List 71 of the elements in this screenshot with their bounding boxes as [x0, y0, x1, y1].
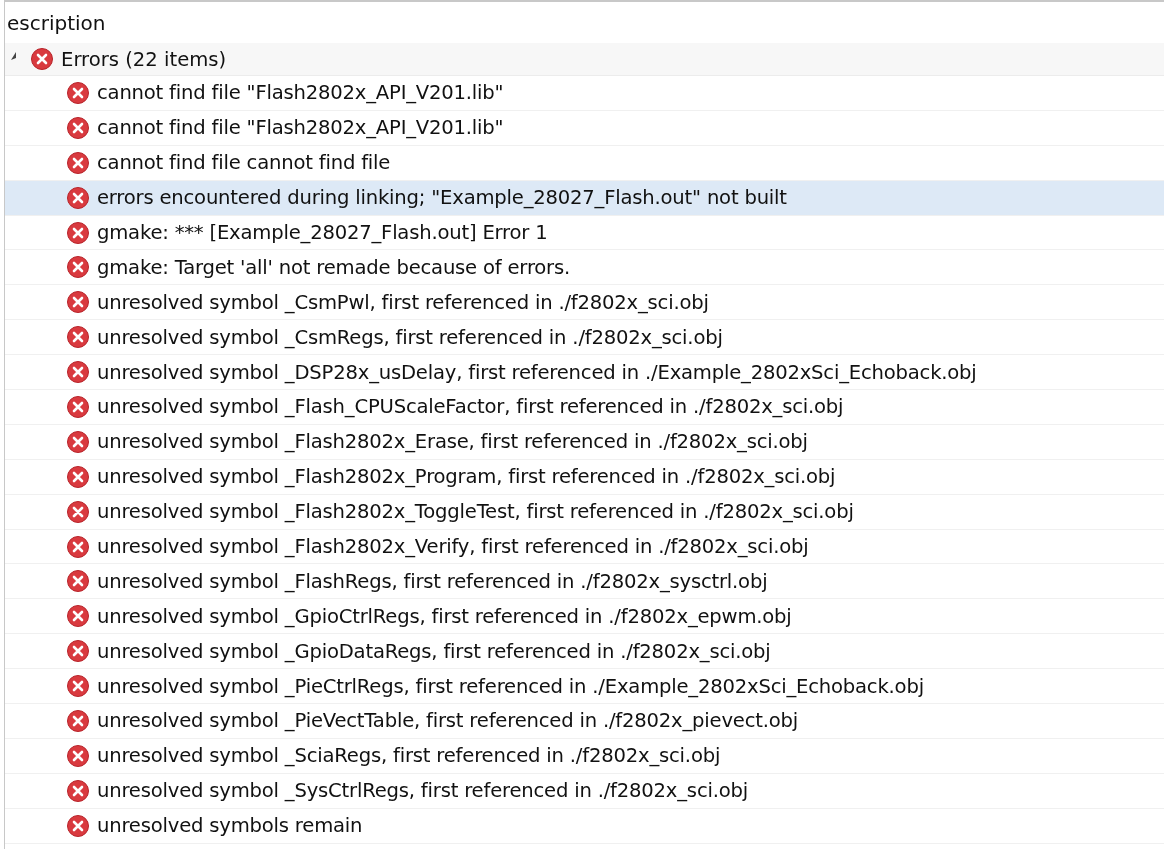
expanded-twistie-icon[interactable]: [11, 52, 17, 60]
error-icon: [67, 570, 89, 593]
tree-row[interactable]: cannot find file "Flash2802x_API_V201.lib": [5, 76, 1164, 110]
tree-row[interactable]: unresolved symbol _FlashRegs, first referenced in ./f2802x_sysctrl.obj: [5, 564, 1164, 599]
tree-row[interactable]: unresolved symbol _Flash2802x_Verify, first referenced in ./f2802x_sci.obj: [5, 529, 1164, 564]
error-message: unresolved symbol _GpioDataRegs, first referenced in ./f2802x_sci.obj: [97, 639, 771, 663]
error-icon: [67, 116, 89, 139]
error-message: unresolved symbol _CsmRegs, first referenced in ./f2802x_sci.obj: [97, 325, 723, 349]
tree-row[interactable]: unresolved symbols remain: [5, 808, 1164, 843]
tree-row[interactable]: unresolved symbol _CsmPwl, first referenced in ./f2802x_sci.obj: [5, 285, 1164, 320]
group-label: Errors (22 items): [61, 47, 227, 71]
tree-row[interactable]: unresolved symbol _GpioDataRegs, first referenced in ./f2802x_sci.obj: [5, 634, 1164, 669]
tree-row[interactable]: unresolved symbol _Flash2802x_Program, first referenced in ./f2802x_sci.obj: [5, 459, 1164, 494]
error-icon: [67, 151, 89, 174]
error-message: unresolved symbol _SciaRegs, first referenced in ./f2802x_sci.obj: [97, 744, 721, 768]
error-message: errors encountered during linking; "Example_28027_Flash.out" not built: [97, 186, 787, 210]
error-message: unresolved symbol _GpioCtrlRegs, first referenced in ./f2802x_epwm.obj: [97, 604, 792, 628]
error-icon: [67, 221, 89, 244]
error-icon: [67, 81, 89, 104]
error-message: unresolved symbol _Flash2802x_Program, first referenced in ./f2802x_sci.obj: [97, 465, 836, 489]
tree-row[interactable]: unresolved symbol _Flash_CPUScaleFactor, first referenced in ./f2802x_sci.obj: [5, 390, 1164, 424]
error-message: unresolved symbol _Flash2802x_Erase, first referenced in ./f2802x_sci.obj: [97, 430, 808, 454]
error-icon: [67, 326, 89, 349]
error-message: cannot find file "Flash2802x_API_V201.lib": [97, 116, 504, 140]
error-icon: [67, 779, 89, 802]
error-message: unresolved symbol _SysCtrlRegs, first referenced in ./f2802x_sci.obj: [97, 779, 748, 803]
tree-row[interactable]: unresolved symbol _Flash2802x_ToggleTest, first referenced in ./f2802x_sci.obj: [5, 494, 1164, 529]
error-message: unresolved symbol _CsmPwl, first referenced in ./f2802x_sci.obj: [97, 290, 709, 314]
tree-row[interactable]: cannot find file "Flash2802x_API_V201.lib": [5, 110, 1164, 145]
error-icon: [67, 291, 89, 314]
error-icon: [67, 709, 89, 732]
error-icon: [67, 256, 89, 279]
error-icon: [67, 361, 89, 384]
error-icon: [67, 535, 89, 558]
error-message: unresolved symbol _Flash_CPUScaleFactor, first referenced in ./f2802x_sci.obj: [97, 395, 844, 419]
error-icon: [67, 430, 89, 453]
column-header[interactable]: escription: [5, 2, 1164, 43]
tree-group-row[interactable]: Errors (22 items): [5, 43, 1164, 76]
tree-row[interactable]: unresolved symbol _PieCtrlRegs, first referenced in ./Example_2802xSci_Echoback.obj: [5, 669, 1164, 704]
error-message: unresolved symbol _Flash2802x_ToggleTest, first referenced in ./f2802x_sci.obj: [97, 500, 854, 524]
error-icon: [67, 395, 89, 418]
tree-row[interactable]: gmake: Target 'all' not remade because of errors.: [5, 250, 1164, 285]
tree-row[interactable]: unresolved symbol _DSP28x_usDelay, first referenced in ./Example_2802xSci_Echoback.obj: [5, 355, 1164, 389]
error-message: gmake: *** [Example_28027_Flash.out] Error 1: [97, 221, 548, 244]
error-message: unresolved symbol _Flash2802x_Verify, first referenced in ./f2802x_sci.obj: [97, 535, 809, 558]
error-message: cannot find file cannot find file: [97, 151, 391, 175]
tree-row[interactable]: unresolved symbol _SysCtrlRegs, first referenced in ./f2802x_sci.obj: [5, 773, 1164, 808]
error-message: unresolved symbol _DSP28x_usDelay, first referenced in ./Example_2802xSci_Echoback.obj: [97, 360, 977, 384]
tree-row[interactable]: unresolved symbol _PieVectTable, first referenced in ./f2802x_pievect.obj: [5, 704, 1164, 738]
error-message: cannot find file "Flash2802x_API_V201.lib": [97, 81, 504, 105]
tree-row[interactable]: errors encountered during linking; "Example_28027_Flash.out" not built: [5, 180, 1164, 215]
error-icon: [67, 640, 89, 663]
error-message: unresolved symbol _PieVectTable, first referenced in ./f2802x_pievect.obj: [97, 709, 798, 733]
tree-row[interactable]: unresolved symbol _CsmRegs, first referenced in ./f2802x_sci.obj: [5, 320, 1164, 355]
error-message: unresolved symbol _PieCtrlRegs, first referenced in ./Example_2802xSci_Echoback.obj: [97, 674, 924, 698]
error-icon: [31, 48, 53, 70]
error-icon: [67, 500, 89, 523]
error-message: gmake: Target 'all' not remade because of errors.: [97, 255, 570, 279]
error-message: unresolved symbol _FlashRegs, first referenced in ./f2802x_sysctrl.obj: [97, 569, 768, 593]
tree-row[interactable]: unresolved symbol _SciaRegs, first referenced in ./f2802x_sci.obj: [5, 738, 1164, 773]
error-icon: [67, 605, 89, 628]
error-icon: [67, 186, 89, 209]
error-icon: [67, 814, 89, 837]
tree-row[interactable]: gmake: *** [Example_28027_Flash.out] Error 1: [5, 215, 1164, 250]
error-icon: [67, 465, 89, 488]
tree-row[interactable]: unresolved symbol _Flash2802x_Erase, first referenced in ./f2802x_sci.obj: [5, 424, 1164, 459]
error-icon: [67, 675, 89, 698]
tree-row[interactable]: cannot find file cannot find file: [5, 145, 1164, 180]
tree-row[interactable]: unresolved symbol _GpioCtrlRegs, first referenced in ./f2802x_epwm.obj: [5, 599, 1164, 634]
error-icon: [67, 744, 89, 767]
error-message: unresolved symbols remain: [97, 814, 363, 838]
